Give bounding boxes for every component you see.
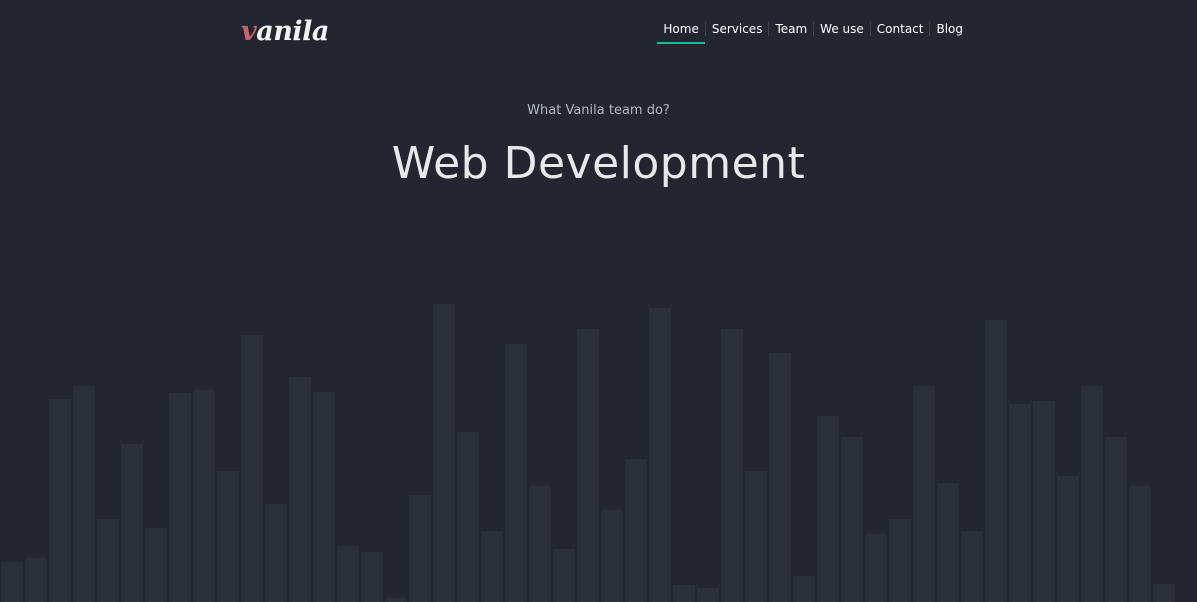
background-bar: [553, 549, 575, 602]
background-bar: [217, 471, 239, 602]
background-bar: [409, 495, 431, 602]
background-bar: [289, 377, 311, 602]
background-bar: [649, 308, 671, 602]
background-bar: [193, 390, 215, 602]
vanila-logo[interactable]: v anila: [241, 12, 329, 52]
background-bar: [745, 471, 767, 602]
background-bar: [1057, 476, 1079, 602]
background-bar: [433, 304, 455, 602]
background-bar: [865, 534, 887, 602]
background-bar: [241, 335, 263, 602]
background-bar: [481, 531, 503, 602]
background-bar-pattern: [1, 304, 1175, 602]
background-bar: [1033, 401, 1055, 602]
background-bar: [1081, 386, 1103, 602]
background-bar: [889, 519, 911, 602]
hero-subtitle: What Vanila team do?: [527, 103, 670, 118]
background-bar: [145, 528, 167, 602]
background-bar: [1129, 486, 1151, 602]
nav-team[interactable]: Team: [769, 17, 813, 41]
background-bar: [1009, 404, 1031, 602]
background-bar: [769, 353, 791, 602]
nav-we-use[interactable]: We use: [814, 17, 870, 41]
nav-home[interactable]: Home: [657, 17, 706, 44]
background-bar: [457, 432, 479, 602]
background-bar: [937, 483, 959, 602]
logo-text: anila: [256, 16, 329, 47]
main-navigation: Home Services Team We use Contact Blog: [657, 16, 969, 44]
background-bar: [1153, 584, 1175, 602]
background-bar: [505, 344, 527, 602]
background-bar: [961, 531, 983, 602]
background-bar: [385, 598, 407, 602]
background-bar: [841, 437, 863, 602]
nav-services[interactable]: Services: [706, 17, 769, 41]
background-bar: [1, 562, 23, 602]
background-bar: [913, 386, 935, 602]
hero-title: Web Development: [391, 138, 806, 189]
background-bar: [697, 588, 719, 602]
background-bar: [49, 399, 71, 602]
logo-accent-letter: v: [241, 16, 257, 47]
background-bar: [1105, 437, 1127, 602]
background-bar: [577, 329, 599, 602]
background-bar: [985, 320, 1007, 602]
background-bar: [121, 444, 143, 602]
background-bar: [337, 546, 359, 602]
background-bar: [817, 416, 839, 602]
nav-contact[interactable]: Contact: [871, 17, 930, 41]
background-bar: [721, 329, 743, 602]
background-bar: [625, 459, 647, 602]
background-bar: [97, 519, 119, 602]
background-bar: [169, 393, 191, 602]
background-bar: [601, 510, 623, 602]
background-bar: [265, 504, 287, 602]
background-bar: [529, 486, 551, 602]
background-bar: [673, 585, 695, 602]
background-bar: [73, 386, 95, 602]
nav-blog[interactable]: Blog: [930, 17, 969, 41]
background-bar: [361, 552, 383, 602]
background-bar: [25, 558, 47, 602]
background-bar: [793, 576, 815, 602]
background-bar: [313, 392, 335, 602]
